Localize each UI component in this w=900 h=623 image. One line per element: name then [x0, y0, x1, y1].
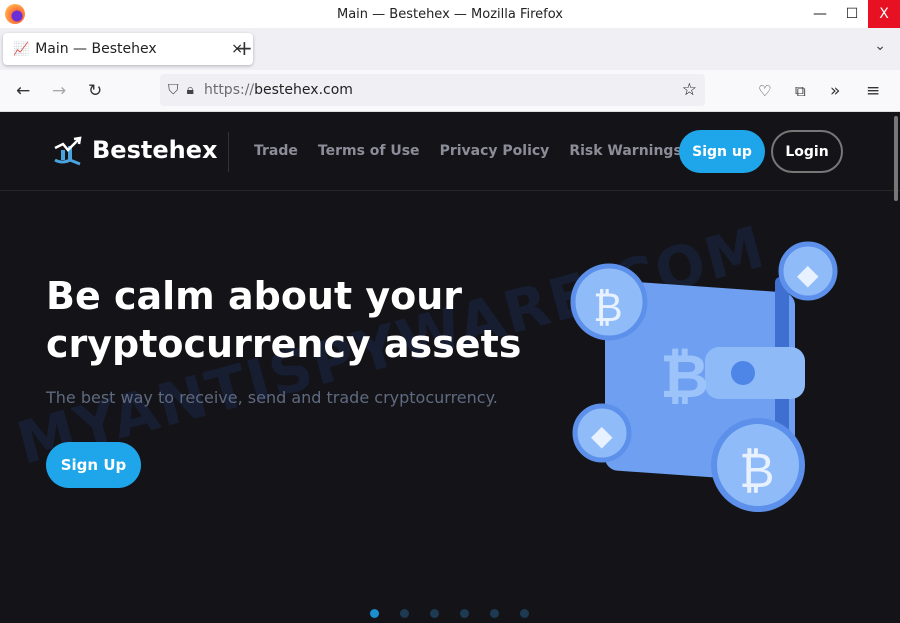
svg-text:◆: ◆ [591, 419, 613, 452]
close-window-button[interactable]: X [868, 0, 900, 28]
main-nav: Trade Terms of Use Privacy Policy Risk W… [254, 143, 682, 159]
login-button[interactable]: Login [771, 130, 843, 173]
slide-dot-4[interactable] [460, 609, 469, 618]
slider-dots [370, 609, 529, 618]
reload-button[interactable]: ↻ [88, 81, 102, 101]
nav-trade[interactable]: Trade [254, 143, 298, 159]
header-divider [228, 132, 229, 172]
slide-dot-2[interactable] [400, 609, 409, 618]
site-favicon-icon: 📈 [13, 41, 30, 57]
app-menu-icon[interactable]: ≡ [866, 81, 880, 101]
tab-bar: 📈 Main — Bestehex × + ⌄ [0, 28, 900, 70]
crypto-wallet-illustration: ₿ ₿ ◆ ◆ ₿ [570, 241, 838, 512]
pocket-icon[interactable]: ♡ [758, 82, 771, 100]
header-signup-button[interactable]: Sign up [679, 130, 765, 173]
new-tab-button[interactable]: + [236, 36, 253, 60]
forward-button[interactable]: → [52, 81, 66, 101]
maximize-button[interactable]: ☐ [836, 0, 868, 28]
slide-dot-6[interactable] [520, 609, 529, 618]
firefox-logo-icon [5, 4, 25, 24]
svg-text:₿: ₿ [593, 285, 623, 331]
shield-icon[interactable]: ⛉ [168, 82, 179, 98]
tab-main[interactable]: 📈 Main — Bestehex × [3, 33, 253, 65]
overflow-menu-icon[interactable]: » [830, 81, 840, 101]
brand-name: Bestehex [92, 136, 218, 164]
svg-text:◆: ◆ [797, 258, 819, 291]
url-host: bestehex.com [254, 82, 353, 98]
site-header: Bestehex Trade Terms of Use Privacy Poli… [0, 112, 900, 191]
nav-risk-warnings[interactable]: Risk Warnings [569, 143, 681, 159]
logo-chart-icon [54, 136, 82, 166]
lock-icon[interactable]: 🔒︎ [187, 82, 194, 98]
page-scrollbar[interactable] [894, 116, 898, 201]
bookmark-star-icon[interactable]: ☆ [682, 80, 697, 100]
nav-privacy-policy[interactable]: Privacy Policy [440, 143, 550, 159]
tab-label: Main — Bestehex [35, 41, 157, 57]
slide-dot-1[interactable] [370, 609, 379, 618]
nav-terms-of-use[interactable]: Terms of Use [318, 143, 420, 159]
window-titlebar: Main — Bestehex — Mozilla Firefox — ☐ X [0, 0, 900, 28]
slide-dot-3[interactable] [430, 609, 439, 618]
list-tabs-button[interactable]: ⌄ [874, 38, 886, 54]
svg-text:₿: ₿ [739, 443, 775, 499]
web-page: Bestehex Trade Terms of Use Privacy Poli… [0, 112, 900, 623]
extensions-icon[interactable]: ⧉ [795, 82, 806, 100]
brand-logo[interactable]: Bestehex [52, 134, 217, 166]
slide-dot-5[interactable] [490, 609, 499, 618]
hero-signup-button[interactable]: Sign Up [46, 442, 141, 488]
nav-toolbar: ← → ↻ ⛉ 🔒︎ https:// bestehex.com ☆ ♡ ⧉ »… [0, 70, 900, 112]
minimize-button[interactable]: — [804, 0, 836, 28]
hero-subtitle: The best way to receive, send and trade … [46, 388, 498, 407]
url-bar[interactable]: ⛉ 🔒︎ https:// bestehex.com ☆ [160, 74, 705, 106]
hero-title: Be calm about your cryptocurrency assets [46, 274, 522, 366]
url-protocol: https:// [203, 82, 255, 98]
window-title: Main — Bestehex — Mozilla Firefox [336, 6, 563, 22]
svg-text:₿: ₿ [660, 342, 709, 412]
back-button[interactable]: ← [16, 81, 30, 101]
